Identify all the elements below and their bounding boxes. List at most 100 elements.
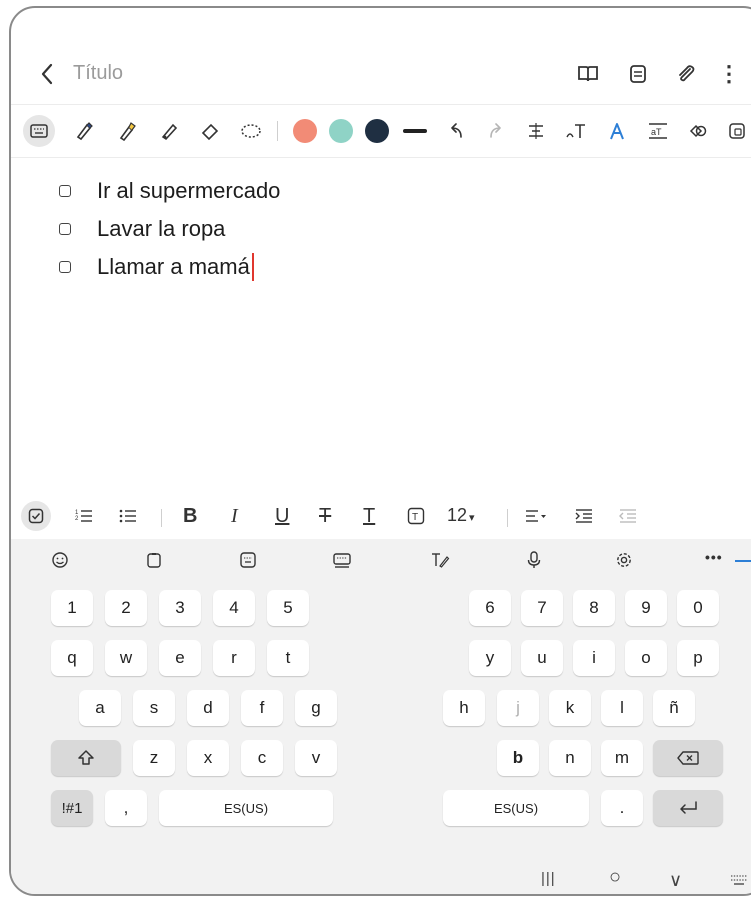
- shapes-icon[interactable]: [685, 118, 711, 144]
- bulleted-list-icon[interactable]: [115, 503, 141, 529]
- redo-icon[interactable]: [483, 118, 509, 144]
- key[interactable]: 0: [677, 590, 719, 626]
- more-options-button[interactable]: •••: [705, 549, 723, 565]
- text-background-icon[interactable]: T: [403, 503, 429, 529]
- key[interactable]: r: [213, 640, 255, 676]
- key[interactable]: d: [187, 690, 229, 726]
- emoji-icon[interactable]: [47, 547, 73, 573]
- key[interactable]: 7: [521, 590, 563, 626]
- enter-key[interactable]: [653, 790, 723, 826]
- microphone-icon[interactable]: [521, 547, 547, 573]
- outdent-icon[interactable]: [615, 503, 641, 529]
- key[interactable]: t: [267, 640, 309, 676]
- key[interactable]: 8: [573, 590, 615, 626]
- back-button[interactable]: ∨: [669, 870, 682, 891]
- key[interactable]: v: [295, 740, 337, 776]
- attach-icon[interactable]: [673, 61, 699, 87]
- key[interactable]: j: [497, 690, 539, 726]
- color-navy-swatch[interactable]: [365, 119, 389, 143]
- key[interactable]: o: [625, 640, 667, 676]
- period-key[interactable]: .: [601, 790, 643, 826]
- checkbox[interactable]: [59, 261, 71, 273]
- key[interactable]: h: [443, 690, 485, 726]
- key[interactable]: 6: [469, 590, 511, 626]
- keyboard-hide-icon[interactable]: [727, 870, 751, 890]
- insert-image-icon[interactable]: [725, 118, 751, 144]
- key[interactable]: 5: [267, 590, 309, 626]
- symbols-key[interactable]: !#1: [51, 790, 93, 826]
- eraser-icon[interactable]: [197, 118, 223, 144]
- key[interactable]: p: [677, 640, 719, 676]
- key[interactable]: w: [105, 640, 147, 676]
- color-teal-swatch[interactable]: [329, 119, 353, 143]
- key[interactable]: ñ: [653, 690, 695, 726]
- key[interactable]: l: [601, 690, 643, 726]
- underline-button[interactable]: U: [275, 505, 289, 528]
- recents-button[interactable]: |||: [541, 870, 556, 887]
- comma-key[interactable]: ,: [105, 790, 147, 826]
- highlighter-icon[interactable]: [114, 118, 140, 144]
- keyboard-size-icon[interactable]: [329, 547, 355, 573]
- space-key-right[interactable]: ES(US): [443, 790, 589, 826]
- key[interactable]: 9: [625, 590, 667, 626]
- pencil-icon[interactable]: [156, 118, 182, 144]
- undo-icon[interactable]: [443, 118, 469, 144]
- text-style-icon[interactable]: [604, 118, 630, 144]
- key[interactable]: i: [573, 640, 615, 676]
- key[interactable]: 2: [105, 590, 147, 626]
- key[interactable]: x: [187, 740, 229, 776]
- key[interactable]: 1: [51, 590, 93, 626]
- align-text-icon[interactable]: [523, 118, 549, 144]
- line-thickness-icon[interactable]: [403, 129, 427, 133]
- indent-icon[interactable]: [571, 503, 597, 529]
- handwriting-icon[interactable]: [427, 547, 453, 573]
- space-key-left[interactable]: ES(US): [159, 790, 333, 826]
- color-salmon-swatch[interactable]: [293, 119, 317, 143]
- key[interactable]: e: [159, 640, 201, 676]
- key[interactable]: c: [241, 740, 283, 776]
- key[interactable]: m: [601, 740, 643, 776]
- handwriting-to-text-icon[interactable]: [563, 118, 589, 144]
- lasso-icon[interactable]: [238, 118, 264, 144]
- home-button[interactable]: ○: [609, 866, 621, 889]
- checklist-toggle-icon[interactable]: [21, 501, 51, 531]
- text-color-button[interactable]: T: [363, 505, 375, 528]
- keyboard-layout-icon[interactable]: [235, 547, 261, 573]
- more-vert-icon[interactable]: ⋮: [717, 60, 741, 88]
- font-size-select[interactable]: 12 ▾: [447, 505, 475, 526]
- checkbox[interactable]: [59, 223, 71, 235]
- key[interactable]: n: [549, 740, 591, 776]
- key[interactable]: b: [497, 740, 539, 776]
- list-item[interactable]: Ir al supermercado: [59, 175, 280, 207]
- key[interactable]: u: [521, 640, 563, 676]
- strikethrough-button[interactable]: T: [319, 505, 331, 528]
- clipboard-icon[interactable]: [141, 547, 167, 573]
- pen-icon[interactable]: [71, 118, 97, 144]
- reader-icon[interactable]: [625, 61, 651, 87]
- numbered-list-icon[interactable]: 12: [71, 503, 97, 529]
- key[interactable]: s: [133, 690, 175, 726]
- title-input[interactable]: Título: [73, 62, 123, 85]
- settings-icon[interactable]: [611, 547, 637, 573]
- keyboard-mode-icon[interactable]: [23, 115, 55, 147]
- text-box-icon[interactable]: aT: [645, 118, 671, 144]
- shift-key[interactable]: [51, 740, 121, 776]
- key[interactable]: 4: [213, 590, 255, 626]
- italic-button[interactable]: I: [231, 505, 238, 528]
- align-menu-icon[interactable]: [521, 503, 551, 529]
- key[interactable]: f: [241, 690, 283, 726]
- checkbox[interactable]: [59, 185, 71, 197]
- bold-button[interactable]: B: [183, 505, 197, 528]
- backspace-key[interactable]: [653, 740, 723, 776]
- key[interactable]: 3: [159, 590, 201, 626]
- back-icon[interactable]: [33, 60, 61, 88]
- key[interactable]: z: [133, 740, 175, 776]
- key[interactable]: k: [549, 690, 591, 726]
- list-item[interactable]: Llamar a mamá: [59, 251, 254, 283]
- key[interactable]: q: [51, 640, 93, 676]
- key[interactable]: y: [469, 640, 511, 676]
- key[interactable]: g: [295, 690, 337, 726]
- key[interactable]: a: [79, 690, 121, 726]
- book-icon[interactable]: [575, 61, 601, 87]
- list-item[interactable]: Lavar la ropa: [59, 213, 225, 245]
